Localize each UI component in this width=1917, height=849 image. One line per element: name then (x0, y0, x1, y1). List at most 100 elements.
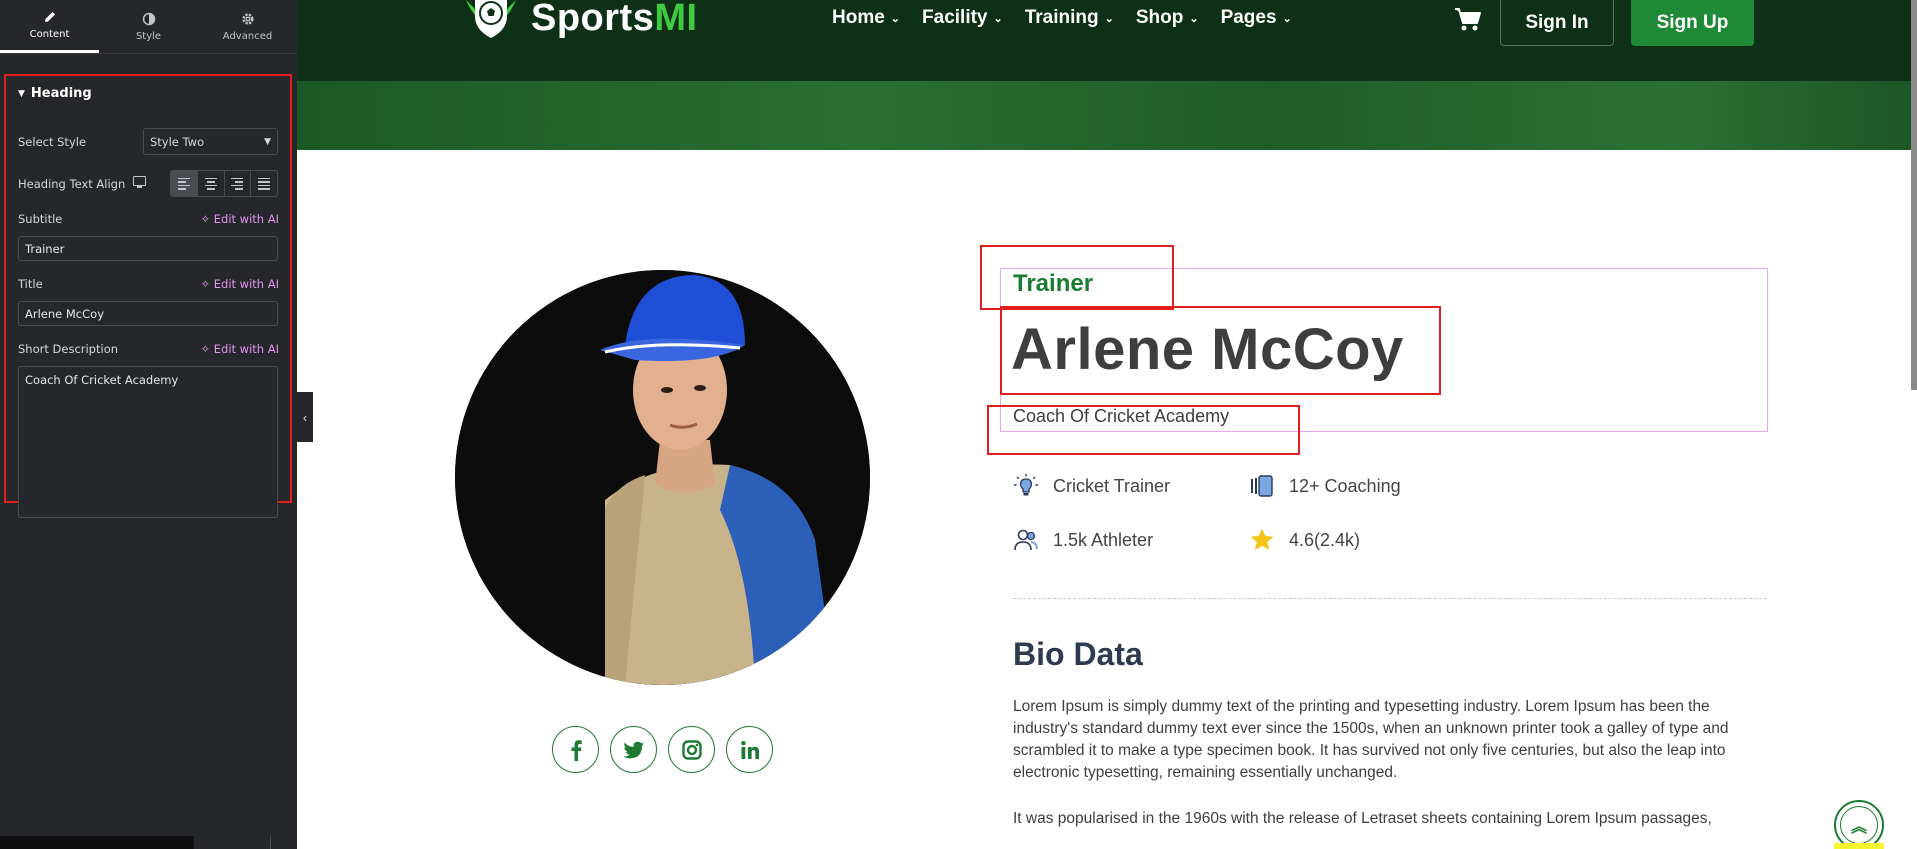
trainer-name: Arlene McCoy (1011, 317, 1404, 382)
ai-link-text: Edit with AI (213, 342, 279, 356)
title-edit-with-ai-link[interactable]: ✧ Edit with AI (200, 277, 279, 291)
sign-up-button[interactable]: Sign Up (1631, 0, 1754, 46)
site-logo-text[interactable]: SportsMI (531, 0, 698, 39)
nav-home[interactable]: Home ⌄ (832, 7, 900, 29)
chevron-down-icon: ⌄ (1104, 12, 1114, 25)
feature-text: Cricket Trainer (1053, 475, 1171, 496)
users-icon (1013, 527, 1039, 553)
gear-icon (241, 12, 254, 25)
panel-footer-bar (0, 836, 194, 849)
feature-text: 4.6(2.4k) (1289, 529, 1361, 550)
align-right-button[interactable] (225, 171, 252, 196)
text-align-label: Heading Text Align (18, 177, 126, 191)
feature-item: 12+ Coaching (1249, 473, 1401, 499)
hero-banner (297, 81, 1917, 150)
nav-shop-label: Shop (1135, 7, 1184, 28)
linkedin-icon (740, 740, 759, 759)
align-center-button[interactable] (198, 171, 225, 196)
instagram-link[interactable] (668, 726, 715, 773)
short-description-label: Short Description (18, 342, 119, 356)
facebook-icon (571, 739, 582, 761)
bio-heading: Bio Data (1013, 636, 1143, 672)
pencil-icon (44, 12, 55, 22)
caret-down-icon: ▼ (18, 88, 25, 99)
trainer-photo (455, 270, 870, 685)
collapse-panel-handle[interactable]: ‹ (297, 392, 313, 442)
short-description-edit-with-ai-link[interactable]: ✧ Edit with AI (200, 342, 279, 356)
title-input[interactable]: Arlene McCoy (18, 301, 278, 326)
chevron-down-icon: ⌄ (1189, 12, 1199, 25)
double-chevron-up-icon: ︽ (1840, 806, 1878, 844)
soccer-ball-logo-icon[interactable] (458, 0, 524, 40)
half-circle-icon (142, 12, 155, 25)
lightbulb-icon (1013, 473, 1039, 499)
ai-link-text: Edit with AI (213, 212, 279, 226)
logo-accent: MI (654, 0, 698, 39)
nav-pages[interactable]: Pages ⌄ (1221, 7, 1292, 29)
text-align-group (170, 170, 278, 197)
desktop-icon[interactable] (133, 176, 146, 188)
trainer-portrait-illustration (455, 270, 870, 685)
subtitle-label: Subtitle (18, 212, 63, 226)
star-icon (1249, 527, 1275, 553)
tab-style[interactable]: Style (99, 0, 198, 53)
tab-content[interactable]: Content (0, 0, 99, 53)
ai-link-text: Edit with AI (213, 277, 279, 291)
chevron-down-icon: ▼ (264, 136, 271, 147)
tab-content-label: Content (29, 29, 70, 40)
nav-facility-label: Facility (922, 7, 988, 28)
feature-text: 1.5k Athleter (1053, 529, 1154, 550)
sign-in-button[interactable]: Sign In (1500, 0, 1614, 46)
select-style-label: Select Style (18, 135, 87, 149)
align-left-button[interactable] (171, 171, 198, 196)
nav-pages-label: Pages (1220, 7, 1277, 28)
trainer-subtitle: Trainer (1013, 270, 1094, 297)
tab-advanced[interactable]: Advanced (198, 0, 297, 53)
cart-icon[interactable] (1454, 6, 1482, 32)
twitter-icon (622, 741, 644, 758)
align-justify-icon (258, 177, 271, 190)
page-scrollbar[interactable] (1911, 0, 1917, 390)
align-left-icon (177, 177, 190, 190)
align-center-icon (204, 177, 217, 190)
trainer-short-description: Coach Of Cricket Academy (1013, 406, 1230, 426)
chevron-down-icon: ⌄ (1282, 12, 1292, 25)
short-description-textarea[interactable]: Coach Of Cricket Academy (18, 366, 278, 518)
nav-shop[interactable]: Shop ⌄ (1136, 7, 1199, 29)
feature-item: 1.5k Athleter (1013, 527, 1153, 553)
tab-style-label: Style (135, 30, 162, 42)
main-nav: Home ⌄ Facility ⌄ Training ⌄ Shop ⌄ Pages ⌄ (832, 7, 1292, 29)
select-style-dropdown[interactable]: Style Two ▼ (143, 128, 278, 155)
section-divider (1013, 598, 1767, 599)
subtitle-input[interactable]: Trainer (18, 236, 278, 261)
subtitle-edit-with-ai-link[interactable]: ✧ Edit with AI (200, 212, 279, 226)
tab-advanced-label: Advanced (222, 30, 273, 42)
bio-paragraph: It was popularised in the 1960s with the… (1013, 810, 1712, 827)
chevron-left-icon: ‹ (302, 409, 308, 425)
title-label: Title (18, 277, 43, 291)
chevron-down-icon: ⌄ (890, 12, 901, 25)
nav-training[interactable]: Training ⌄ (1025, 7, 1114, 29)
highlight-mark (1834, 843, 1884, 849)
feature-item: Cricket Trainer (1013, 473, 1170, 499)
bio-paragraph: Lorem Ipsum is simply dummy text of the … (1013, 698, 1729, 781)
nav-training-label: Training (1024, 7, 1099, 28)
chevron-down-icon: ⌄ (993, 12, 1003, 25)
logo-main: Sports (531, 0, 655, 39)
back-to-top-button[interactable]: ︽ (1834, 800, 1884, 849)
section-heading-toggle[interactable]: ▼ Heading (18, 86, 92, 101)
feature-text: 12+ Coaching (1289, 475, 1401, 496)
facebook-link[interactable] (552, 726, 599, 773)
align-justify-button[interactable] (251, 171, 277, 196)
align-right-icon (231, 177, 244, 190)
cards-icon (1249, 473, 1275, 499)
nav-home-label: Home (832, 7, 885, 28)
linkedin-link[interactable] (726, 726, 773, 773)
section-title: Heading (30, 86, 92, 101)
social-links (552, 726, 773, 773)
instagram-icon (681, 739, 702, 760)
editor-panel: Content Style Advanced ▼ Heading Select … (0, 0, 297, 849)
nav-facility[interactable]: Facility ⌄ (922, 7, 1003, 29)
select-style-value: Style Two (150, 134, 205, 149)
twitter-link[interactable] (610, 726, 657, 773)
